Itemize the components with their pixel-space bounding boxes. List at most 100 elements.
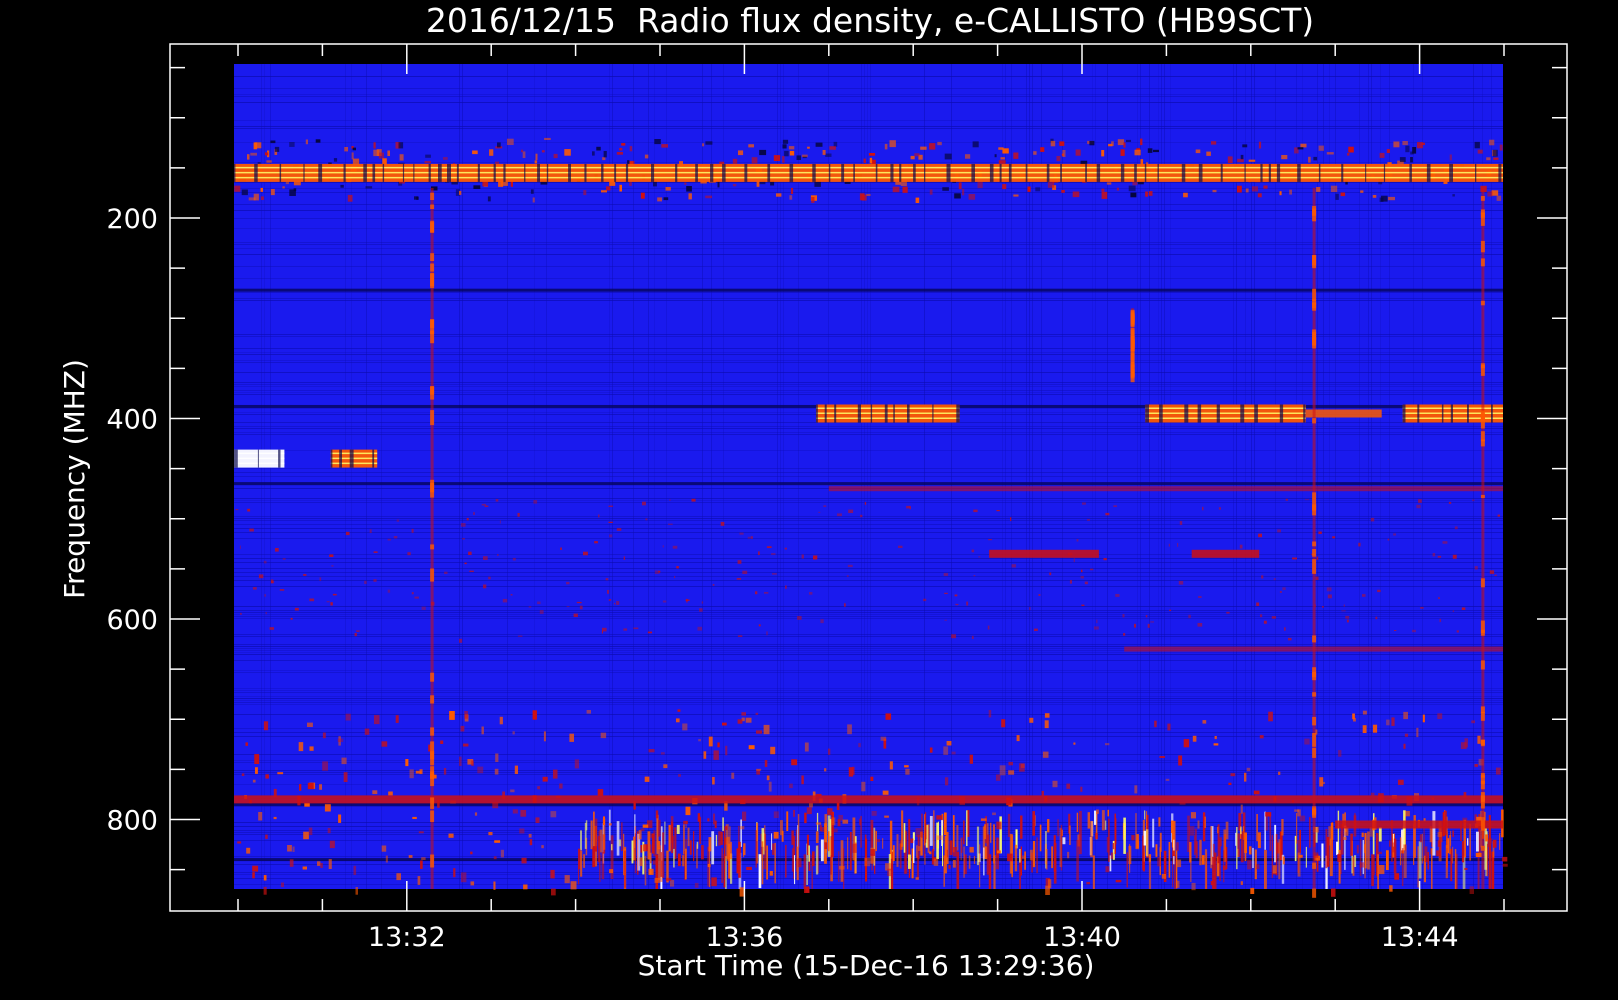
signal-speckle xyxy=(258,812,263,821)
signal-speckle xyxy=(1195,149,1201,154)
broadband-burst-stripe xyxy=(647,831,651,860)
signal-band-gap xyxy=(1008,163,1012,182)
broadband-burst-stripe xyxy=(1378,827,1382,842)
signal-speckle xyxy=(356,630,360,632)
signal-speckle xyxy=(543,731,546,742)
signal-speckle xyxy=(1464,867,1468,870)
vertical-burst-segment xyxy=(1312,205,1317,216)
broadband-burst-stripe xyxy=(990,822,992,843)
noise-grain-column xyxy=(1095,64,1096,889)
broadband-burst-stripe xyxy=(1450,848,1453,882)
signal-speckle xyxy=(1340,192,1346,197)
signal-speckle xyxy=(254,754,260,764)
broadband-burst-stripe xyxy=(993,824,995,864)
signal-speckle xyxy=(1449,154,1452,161)
signal-speckle xyxy=(731,772,735,779)
signal-speckle xyxy=(1059,141,1065,146)
vertical-burst-segment xyxy=(1312,549,1317,557)
signal-speckle xyxy=(1044,713,1050,718)
signal-speckle xyxy=(569,733,574,742)
signal-speckle xyxy=(393,536,398,539)
noise-grain-column xyxy=(1371,64,1372,889)
vertical-burst-segment xyxy=(1480,578,1485,588)
signal-speckle xyxy=(836,802,840,810)
signal-speckle xyxy=(702,143,705,147)
vertical-burst-segment xyxy=(430,319,435,328)
signal-speckle xyxy=(1246,767,1251,772)
vertical-burst-segment xyxy=(430,773,435,780)
broadband-burst-stripe xyxy=(611,844,613,851)
broadband-burst-stripe xyxy=(601,852,605,880)
signal-speckle xyxy=(1492,149,1498,157)
signal-speckle xyxy=(737,635,743,637)
vertical-burst-segment xyxy=(1480,660,1485,670)
noise-grain-column xyxy=(1491,64,1492,889)
signal-speckle xyxy=(954,193,961,199)
broadband-burst-stripe xyxy=(1237,833,1240,857)
signal-speckle xyxy=(344,147,348,152)
signal-speckle xyxy=(1403,743,1406,749)
signal-speckle xyxy=(642,501,646,506)
signal-speckle xyxy=(1008,761,1013,766)
signal-speckle xyxy=(992,812,996,816)
signal-speckle xyxy=(1191,882,1196,891)
vertical-burst-segment xyxy=(430,797,435,809)
noise-grain-column xyxy=(1380,64,1381,889)
signal-speckle xyxy=(1477,149,1483,154)
signal-speckle xyxy=(488,832,493,836)
signal-speckle xyxy=(645,518,648,521)
signal-speckle xyxy=(305,139,308,145)
signal-band-gap xyxy=(1467,404,1469,423)
signal-speckle xyxy=(652,860,656,865)
signal-speckle xyxy=(1452,554,1457,559)
broadband-burst-stripe xyxy=(708,837,712,852)
signal-speckle xyxy=(691,498,696,502)
broadband-burst-stripe xyxy=(726,836,730,861)
signal-speckle xyxy=(1029,607,1031,611)
signal-speckle xyxy=(643,844,646,852)
signal-speckle xyxy=(676,566,679,569)
noise-grain-column xyxy=(1041,64,1042,889)
signal-speckle xyxy=(870,776,874,781)
signal-speckle xyxy=(520,810,527,817)
signal-speckle xyxy=(685,599,690,601)
signal-band-gap xyxy=(1279,404,1284,423)
signal-speckle xyxy=(322,732,326,739)
vertical-burst-segment xyxy=(1480,258,1485,267)
noise-grain-column xyxy=(1107,64,1108,889)
broadband-burst-stripe xyxy=(696,841,699,849)
signal-speckle xyxy=(608,599,611,602)
signal-speckle xyxy=(773,811,779,818)
signal-speckle xyxy=(629,160,635,165)
broadband-burst-stripe xyxy=(689,840,692,855)
vertical-burst-segment xyxy=(1480,739,1485,746)
broadband-burst-stripe xyxy=(658,819,661,837)
broadband-burst-stripe xyxy=(979,844,981,888)
vertical-burst-segment xyxy=(430,220,435,233)
signal-speckle xyxy=(517,635,523,637)
signal-speckle xyxy=(274,146,280,152)
signal-speckle xyxy=(776,193,782,197)
signal-speckle xyxy=(1353,718,1356,722)
signal-band xyxy=(1191,549,1260,558)
broadband-burst-stripe xyxy=(697,813,701,822)
chart-title: 2016/12/15 Radio flux density, e-CALLIST… xyxy=(426,1,1314,40)
broadband-burst-stripe xyxy=(1101,810,1105,831)
signal-speckle xyxy=(766,631,768,636)
vertical-burst-segment xyxy=(430,854,435,868)
signal-band-gap xyxy=(402,163,405,182)
broadband-burst-stripe xyxy=(1418,841,1422,879)
signal-speckle xyxy=(813,555,818,560)
signal-speckle xyxy=(277,772,284,775)
broadband-burst-stripe xyxy=(901,810,904,847)
signal-speckle xyxy=(1418,499,1422,503)
broadband-burst-stripe xyxy=(1477,855,1480,889)
signal-band-gap xyxy=(884,404,888,423)
broadband-burst-stripe xyxy=(925,812,927,843)
signal-speckle xyxy=(265,612,267,615)
signal-speckle xyxy=(864,502,867,505)
signal-speckle xyxy=(1326,152,1334,155)
signal-speckle xyxy=(937,141,942,146)
signal-speckle xyxy=(801,554,804,559)
signal-speckle xyxy=(1115,594,1120,597)
